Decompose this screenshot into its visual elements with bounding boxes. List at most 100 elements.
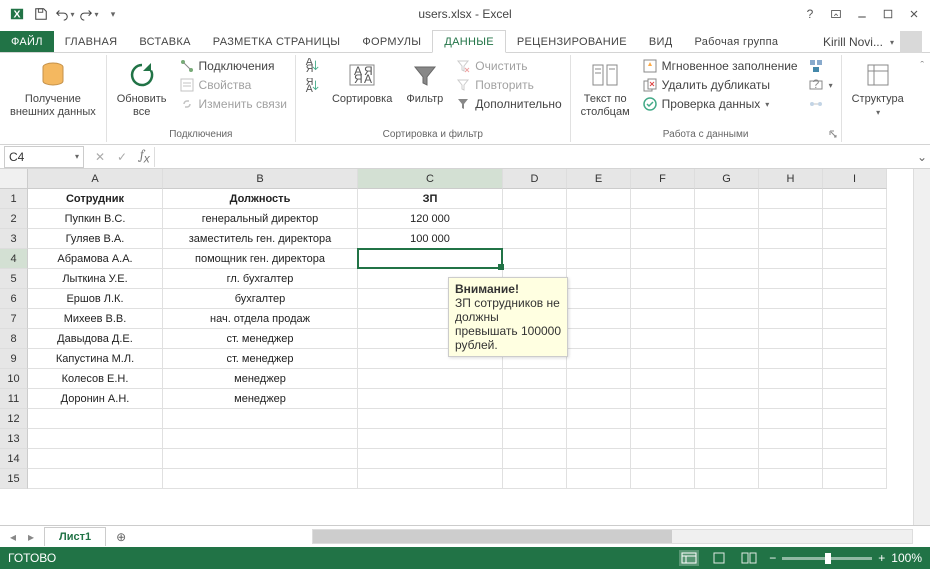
cell[interactable]	[567, 409, 631, 429]
flash-fill-button[interactable]: Мгновенное заполнение	[640, 57, 800, 75]
column-header-C[interactable]: C	[358, 169, 503, 189]
connections-button[interactable]: Подключения	[177, 57, 289, 75]
cell[interactable]: Абрамова А.А.	[28, 249, 163, 269]
row-header[interactable]: 13	[0, 429, 28, 449]
clear-filter-button[interactable]: Очистить	[453, 57, 563, 75]
refresh-all-button[interactable]: Обновить все	[113, 57, 171, 121]
cell[interactable]: Сотрудник	[28, 189, 163, 209]
tab-home[interactable]: ГЛАВНАЯ	[54, 31, 129, 52]
cell[interactable]	[163, 409, 358, 429]
cell[interactable]	[358, 449, 503, 469]
cell[interactable]	[695, 349, 759, 369]
column-header-E[interactable]: E	[567, 169, 631, 189]
cell[interactable]: Михеев В.В.	[28, 309, 163, 329]
cell[interactable]	[695, 249, 759, 269]
cell[interactable]	[631, 329, 695, 349]
cell[interactable]: Должность	[163, 189, 358, 209]
excel-app-icon[interactable]: X	[6, 3, 28, 25]
sort-button[interactable]: AЯЯA Сортировка	[328, 57, 396, 108]
cell[interactable]	[823, 449, 887, 469]
what-if-button[interactable]: ?▾	[806, 76, 835, 94]
cell[interactable]	[823, 309, 887, 329]
cell[interactable]	[503, 209, 567, 229]
cell[interactable]	[823, 349, 887, 369]
cell[interactable]	[163, 449, 358, 469]
cell[interactable]	[695, 369, 759, 389]
vertical-scrollbar[interactable]	[913, 169, 930, 525]
cell[interactable]	[631, 449, 695, 469]
cell[interactable]	[759, 309, 823, 329]
cell[interactable]	[567, 429, 631, 449]
cell[interactable]	[759, 269, 823, 289]
cell[interactable]	[759, 189, 823, 209]
cell[interactable]	[759, 229, 823, 249]
cell[interactable]	[823, 329, 887, 349]
row-header[interactable]: 15	[0, 469, 28, 489]
maximize-icon[interactable]	[876, 3, 900, 25]
cell[interactable]	[695, 209, 759, 229]
column-header-F[interactable]: F	[631, 169, 695, 189]
cell[interactable]: Ершов Л.К.	[28, 289, 163, 309]
cell[interactable]	[823, 249, 887, 269]
tab-formulas[interactable]: ФОРМУЛЫ	[351, 31, 432, 52]
advanced-filter-button[interactable]: Дополнительно	[453, 95, 563, 113]
remove-duplicates-button[interactable]: Удалить дубликаты	[640, 76, 800, 94]
cell[interactable]	[28, 449, 163, 469]
cancel-formula-icon[interactable]: ✕	[90, 150, 110, 164]
row-header[interactable]: 4	[0, 249, 28, 269]
cell[interactable]	[358, 469, 503, 489]
cell[interactable]: ст. менеджер	[163, 329, 358, 349]
view-page-break-icon[interactable]	[739, 550, 759, 566]
cell[interactable]	[503, 469, 567, 489]
cell[interactable]	[823, 429, 887, 449]
row-header[interactable]: 9	[0, 349, 28, 369]
cell[interactable]	[695, 229, 759, 249]
enter-formula-icon[interactable]: ✓	[112, 150, 132, 164]
cell[interactable]	[631, 349, 695, 369]
get-external-data-button[interactable]: Получение внешних данных	[6, 57, 100, 121]
cell[interactable]: Пупкин В.С.	[28, 209, 163, 229]
sheet-tab[interactable]: Лист1	[44, 527, 106, 546]
tab-view[interactable]: ВИД	[638, 31, 684, 52]
cell[interactable]	[567, 289, 631, 309]
row-header[interactable]: 8	[0, 329, 28, 349]
cell[interactable]	[759, 349, 823, 369]
cell[interactable]	[759, 409, 823, 429]
zoom-in-icon[interactable]: +	[878, 551, 885, 565]
row-header[interactable]: 10	[0, 369, 28, 389]
cell[interactable]: 120 000	[358, 209, 503, 229]
tab-review[interactable]: РЕЦЕНЗИРОВАНИЕ	[506, 31, 638, 52]
edit-links-button[interactable]: Изменить связи	[177, 95, 289, 113]
qat-customize-icon[interactable]: ▾	[102, 3, 124, 25]
column-header-B[interactable]: B	[163, 169, 358, 189]
row-header[interactable]: 7	[0, 309, 28, 329]
cell[interactable]	[695, 289, 759, 309]
cell[interactable]	[28, 409, 163, 429]
cell[interactable]	[823, 269, 887, 289]
column-header-I[interactable]: I	[823, 169, 887, 189]
cell[interactable]	[567, 249, 631, 269]
cell[interactable]: бухгалтер	[163, 289, 358, 309]
cell[interactable]	[358, 389, 503, 409]
cell[interactable]	[567, 469, 631, 489]
cell[interactable]	[28, 429, 163, 449]
cell[interactable]	[503, 449, 567, 469]
row-header[interactable]: 2	[0, 209, 28, 229]
save-icon[interactable]	[30, 3, 52, 25]
cell[interactable]	[823, 209, 887, 229]
cell[interactable]	[631, 429, 695, 449]
row-header[interactable]: 11	[0, 389, 28, 409]
cell[interactable]	[358, 369, 503, 389]
cell[interactable]	[631, 269, 695, 289]
cell[interactable]	[358, 429, 503, 449]
cell[interactable]	[567, 229, 631, 249]
row-header[interactable]: 6	[0, 289, 28, 309]
tab-page-layout[interactable]: РАЗМЕТКА СТРАНИЦЫ	[202, 31, 352, 52]
cell[interactable]	[631, 469, 695, 489]
cell[interactable]	[823, 189, 887, 209]
properties-button[interactable]: Свойства	[177, 76, 289, 94]
cell[interactable]	[695, 269, 759, 289]
cell[interactable]: Капустина М.Л.	[28, 349, 163, 369]
user-area[interactable]: Kirill Novi... ▾	[823, 31, 922, 53]
tab-file[interactable]: ФАЙЛ	[0, 31, 54, 52]
